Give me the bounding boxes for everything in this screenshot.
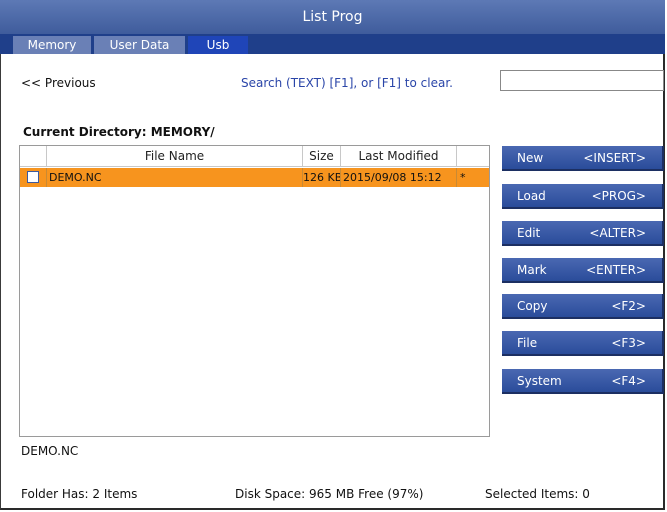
current-directory: Current Directory: MEMORY/ — [23, 125, 215, 139]
row-checkbox[interactable] — [27, 171, 39, 183]
system-button[interactable]: System <F4> — [502, 369, 664, 394]
tab-bar: Memory User Data Usb — [0, 34, 665, 54]
file-button-label: File — [517, 336, 538, 350]
new-button-key: <INSERT> — [583, 151, 646, 165]
file-table: File Name Size Last Modified DEMO.NC 126… — [19, 145, 490, 437]
tab-usb[interactable]: Usb — [188, 36, 248, 54]
mark-button-label: Mark — [517, 263, 547, 277]
load-button[interactable]: Load <PROG> — [502, 184, 664, 209]
new-button-label: New — [517, 151, 544, 165]
previous-link[interactable]: << Previous — [21, 76, 96, 90]
tab-user-data[interactable]: User Data — [94, 36, 185, 54]
header-flag-column — [457, 146, 489, 167]
tab-memory[interactable]: Memory — [13, 36, 91, 54]
load-button-key: <PROG> — [591, 189, 646, 203]
selected-file-name: DEMO.NC — [21, 444, 79, 458]
selected-items-status: Selected Items: 0 — [485, 487, 590, 501]
copy-button[interactable]: Copy <F2> — [502, 294, 664, 319]
row-last-modified: 2015/09/08 15:12 — [341, 168, 457, 187]
file-button[interactable]: File <F3> — [502, 331, 664, 356]
edit-button-label: Edit — [517, 226, 541, 240]
row-checkbox-cell — [20, 168, 47, 187]
disk-space-status: Disk Space: 965 MB Free (97%) — [235, 487, 424, 501]
search-input[interactable] — [500, 70, 664, 91]
table-row[interactable]: DEMO.NC 126 KB 2015/09/08 15:12 * — [20, 168, 489, 187]
mark-button[interactable]: Mark <ENTER> — [502, 258, 664, 283]
folder-count-status: Folder Has: 2 Items — [21, 487, 138, 501]
header-last-modified[interactable]: Last Modified — [341, 146, 457, 167]
system-button-key: <F4> — [611, 374, 646, 388]
system-button-label: System — [517, 374, 562, 388]
load-button-label: Load — [517, 189, 546, 203]
row-size: 126 KB — [303, 168, 341, 187]
search-hint: Search (TEXT) [F1], or [F1] to clear. — [241, 76, 453, 90]
edit-button-key: <ALTER> — [589, 226, 646, 240]
table-header: File Name Size Last Modified — [20, 146, 489, 167]
copy-button-label: Copy — [517, 299, 548, 313]
row-flag: * — [460, 171, 466, 184]
edit-button[interactable]: Edit <ALTER> — [502, 221, 664, 246]
header-file-name[interactable]: File Name — [47, 146, 303, 167]
copy-button-key: <F2> — [611, 299, 646, 313]
file-button-key: <F3> — [611, 336, 646, 350]
header-size[interactable]: Size — [303, 146, 341, 167]
new-button[interactable]: New <INSERT> — [502, 146, 664, 171]
header-checkbox-column — [20, 146, 47, 167]
window-title: List Prog — [0, 0, 665, 34]
row-file-name: DEMO.NC — [47, 168, 303, 187]
mark-button-key: <ENTER> — [586, 263, 646, 277]
